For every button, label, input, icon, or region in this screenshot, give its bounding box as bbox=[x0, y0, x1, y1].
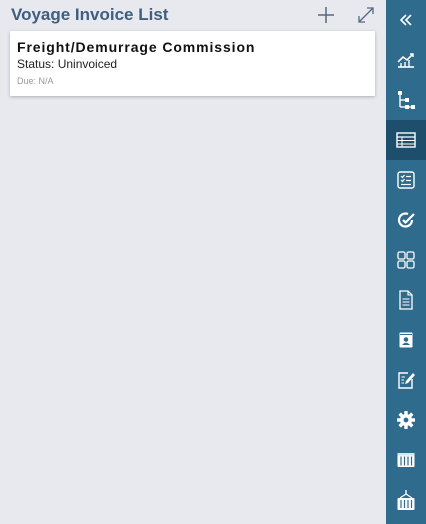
rail-item-cargo[interactable] bbox=[386, 440, 426, 480]
document-icon bbox=[399, 290, 413, 310]
rail-item-invoice-list[interactable] bbox=[386, 120, 426, 160]
main-panel: Voyage Invoice List Freight/Demurrage Co… bbox=[0, 0, 386, 524]
rail-item-chart[interactable] bbox=[386, 40, 426, 80]
app: Voyage Invoice List Freight/Demurrage Co… bbox=[0, 0, 426, 524]
rail-item-document[interactable] bbox=[386, 280, 426, 320]
rail-item-grid[interactable] bbox=[386, 240, 426, 280]
page-title: Voyage Invoice List bbox=[11, 5, 169, 24]
rail-item-settings[interactable] bbox=[386, 400, 426, 440]
invoice-status: Status: Uninvoiced bbox=[17, 57, 118, 71]
table-icon bbox=[396, 132, 416, 148]
rail-item-approval[interactable] bbox=[386, 200, 426, 240]
checklist-icon bbox=[397, 171, 415, 189]
container-icon bbox=[397, 453, 415, 467]
gear-icon bbox=[397, 411, 415, 429]
hierarchy-icon bbox=[398, 91, 415, 109]
chart-icon bbox=[397, 53, 414, 68]
crane-container-icon bbox=[397, 490, 415, 510]
invoice-title: Freight/Demurrage Commission bbox=[17, 39, 256, 55]
add-invoice-button[interactable] bbox=[315, 4, 337, 26]
edit-icon bbox=[398, 372, 415, 389]
expand-icon bbox=[358, 7, 374, 23]
collapse-icon bbox=[399, 14, 412, 26]
rail-item-notes[interactable] bbox=[386, 360, 426, 400]
rail-item-port[interactable] bbox=[386, 480, 426, 520]
panel-header: Voyage Invoice List bbox=[0, 0, 386, 30]
invoice-card[interactable]: Freight/Demurrage Commission Status: Uni… bbox=[10, 31, 375, 96]
rail-item-checklist[interactable] bbox=[386, 160, 426, 200]
expand-button[interactable] bbox=[355, 4, 377, 26]
invoice-due: Due: N/A bbox=[17, 76, 54, 86]
rail-collapse-button[interactable] bbox=[386, 0, 426, 40]
contact-icon bbox=[399, 332, 413, 348]
grid-icon bbox=[397, 251, 415, 269]
right-rail bbox=[386, 0, 426, 524]
rail-item-contacts[interactable] bbox=[386, 320, 426, 360]
plus-icon bbox=[318, 7, 334, 23]
refresh-check-icon bbox=[397, 212, 415, 228]
rail-item-hierarchy[interactable] bbox=[386, 80, 426, 120]
